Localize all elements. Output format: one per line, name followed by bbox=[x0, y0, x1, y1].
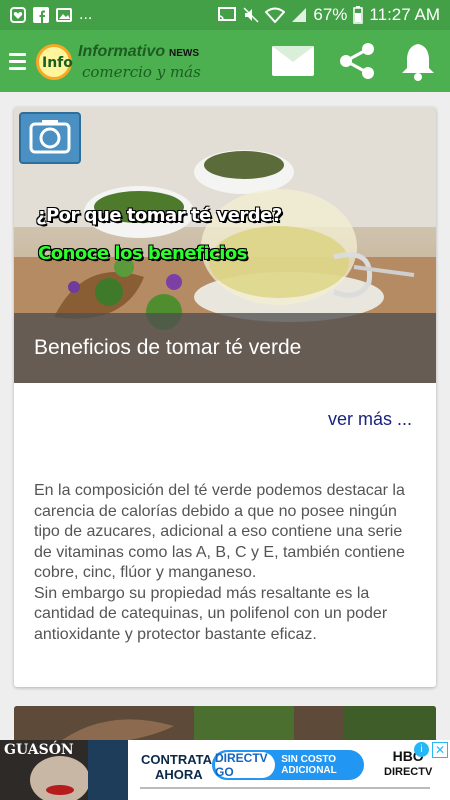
more-notifications: ... bbox=[79, 6, 93, 23]
mute-icon bbox=[243, 7, 259, 23]
logo-title: Informativo bbox=[78, 43, 166, 60]
article-image[interactable]: ¿Por que tomar té verde? Conoce los bene… bbox=[14, 107, 436, 383]
bell-icon[interactable] bbox=[400, 41, 436, 81]
camera-icon bbox=[19, 112, 81, 164]
ver-mas-link[interactable]: ver más ... bbox=[328, 409, 412, 430]
article-title[interactable]: Beneficios de tomar té verde bbox=[14, 313, 436, 383]
ad-image[interactable]: GUASÓN bbox=[0, 740, 128, 800]
clock: 11:27 AM bbox=[369, 5, 440, 24]
heart-icon bbox=[10, 7, 26, 23]
ad-fine-print bbox=[140, 787, 430, 789]
app-logo: Info Informativo NEWS comercio y más bbox=[34, 36, 204, 86]
logo-prefix: Info bbox=[42, 55, 73, 71]
ad-close-icon[interactable]: ✕ bbox=[432, 742, 448, 758]
app-bar: Info Informativo NEWS comercio y más bbox=[0, 30, 450, 92]
image-icon bbox=[56, 8, 72, 22]
ad-directv-logo: DIRECTV bbox=[384, 766, 433, 778]
ad-sin-costo: SIN COSTO ADICIONAL bbox=[281, 754, 337, 776]
ad-movie-title: GUASÓN bbox=[4, 742, 74, 758]
article-body: En la composición del té verde podemos d… bbox=[34, 482, 405, 643]
wifi-icon bbox=[265, 7, 286, 23]
ad-ahora-text: AHORA bbox=[155, 767, 203, 782]
share-icon[interactable] bbox=[336, 40, 378, 82]
ad-contrata-text: CONTRATA bbox=[141, 752, 213, 767]
menu-icon[interactable] bbox=[0, 30, 34, 92]
battery-icon bbox=[353, 6, 364, 24]
battery-percentage: 67% bbox=[313, 5, 348, 24]
status-bar: ... 67% 11:27 AM bbox=[0, 0, 450, 30]
image-overlay-question: ¿Por que tomar té verde? bbox=[36, 205, 282, 226]
mail-icon[interactable] bbox=[272, 46, 314, 76]
article-card[interactable]: ¿Por que tomar té verde? Conoce los bene… bbox=[14, 107, 436, 687]
signal-icon bbox=[292, 8, 307, 22]
facebook-icon bbox=[33, 7, 49, 23]
ad-directv-go: DIRECTV GO bbox=[215, 751, 276, 779]
ad-info-icon[interactable]: i bbox=[414, 742, 429, 757]
image-overlay-benefits: Conoce los beneficios bbox=[38, 243, 247, 264]
cast-icon bbox=[218, 7, 237, 21]
logo-subtitle: comercio y más bbox=[82, 63, 201, 81]
ad-headline[interactable]: CONTRATA AHORA bbox=[141, 752, 212, 782]
ad-directv-go-pill[interactable]: DIRECTV GO SIN COSTO ADICIONAL bbox=[212, 750, 364, 780]
logo-news: NEWS bbox=[169, 48, 199, 59]
